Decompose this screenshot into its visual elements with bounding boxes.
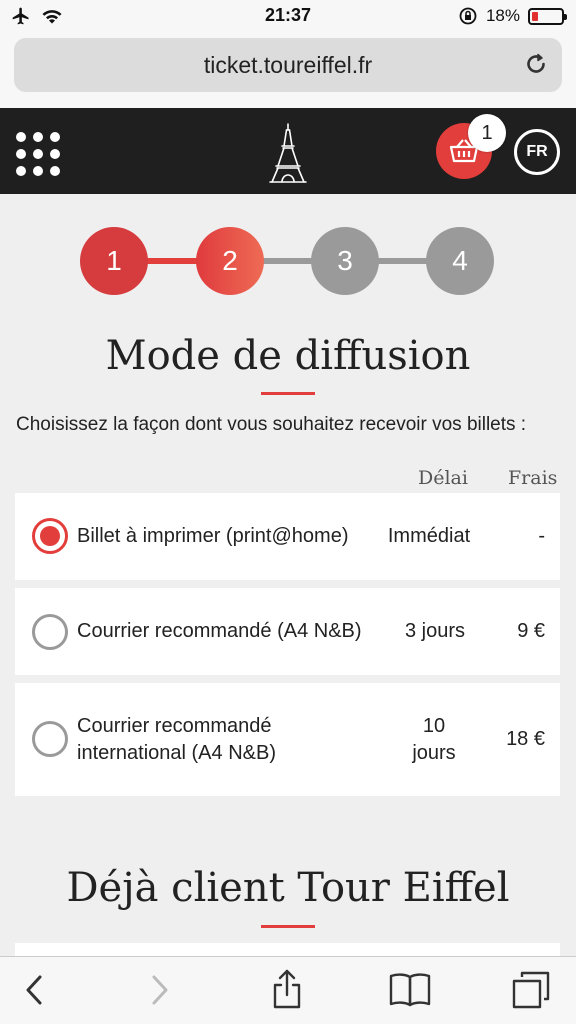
option-label: Billet à imprimer (print@home): [77, 525, 349, 547]
delivery-intro-text: Choisissez la façon dont vous souhaitez …: [16, 414, 527, 435]
share-icon[interactable]: [270, 967, 304, 1011]
option-label-line1: Courrier recommandé: [77, 715, 272, 737]
status-bar: 21:37 18%: [0, 0, 576, 32]
delivery-option-international-mail[interactable]: Courrier recommandé international (A4 N&…: [15, 683, 560, 796]
option-fee: 18 €: [506, 728, 545, 750]
step-2[interactable]: 2: [196, 227, 264, 295]
bookmarks-icon[interactable]: [388, 971, 432, 1009]
forward-arrow-icon: [152, 975, 168, 1005]
option-label: Courrier recommandé international (A4 N&…: [77, 713, 276, 767]
column-header-delay: Délai: [418, 467, 468, 489]
title-underline: [261, 925, 315, 928]
back-arrow-icon[interactable]: [22, 971, 46, 1009]
language-button[interactable]: FR: [514, 129, 560, 175]
cart-count-badge: 1: [468, 114, 506, 152]
battery-percent: 18%: [485, 6, 520, 25]
option-delay: Immédiat: [387, 525, 471, 547]
section-title-delivery: Mode de diffusion: [105, 333, 471, 379]
progress-stepper: 1 2 3 4: [80, 227, 496, 295]
step-3: 3: [311, 227, 379, 295]
delivery-option-print-home[interactable]: Billet à imprimer (print@home) Immédiat …: [15, 493, 560, 580]
option-label: Courrier recommandé (A4 N&B): [77, 620, 362, 642]
column-header-fee: Frais: [508, 467, 558, 489]
url-text: ticket.toureiffel.fr: [203, 52, 373, 78]
battery-icon: [528, 7, 567, 25]
status-right: 18%: [458, 6, 567, 26]
tabs-icon[interactable]: [510, 969, 552, 1011]
browser-address-bar: ticket.toureiffel.fr: [0, 32, 576, 108]
delivery-option-registered-mail[interactable]: Courrier recommandé (A4 N&B) 3 jours 9 €: [15, 588, 560, 675]
step-4: 4: [426, 227, 494, 295]
option-delay: 10 jours: [386, 713, 482, 767]
option-delay-line1: 10: [422, 715, 446, 737]
option-fee: -: [538, 525, 545, 547]
option-delay-line2: jours: [412, 742, 456, 764]
section-title-existing-customer: Déjà client Tour Eiffel: [66, 865, 510, 911]
radio-registered-mail[interactable]: [32, 614, 68, 650]
option-delay: 3 jours: [404, 620, 466, 642]
menu-grid-icon[interactable]: [16, 132, 60, 176]
browser-toolbar: [0, 956, 576, 1024]
eiffel-tower-logo[interactable]: [268, 122, 308, 184]
option-fee: 9 €: [517, 620, 545, 642]
url-field[interactable]: ticket.toureiffel.fr: [14, 38, 562, 92]
orientation-lock-icon: [459, 7, 477, 25]
radio-international-mail[interactable]: [32, 721, 68, 757]
reload-icon[interactable]: [522, 50, 550, 78]
title-underline: [261, 392, 315, 395]
option-label-line2: international (A4 N&B): [77, 742, 276, 764]
radio-print-home[interactable]: [32, 518, 68, 554]
step-1[interactable]: 1: [80, 227, 148, 295]
